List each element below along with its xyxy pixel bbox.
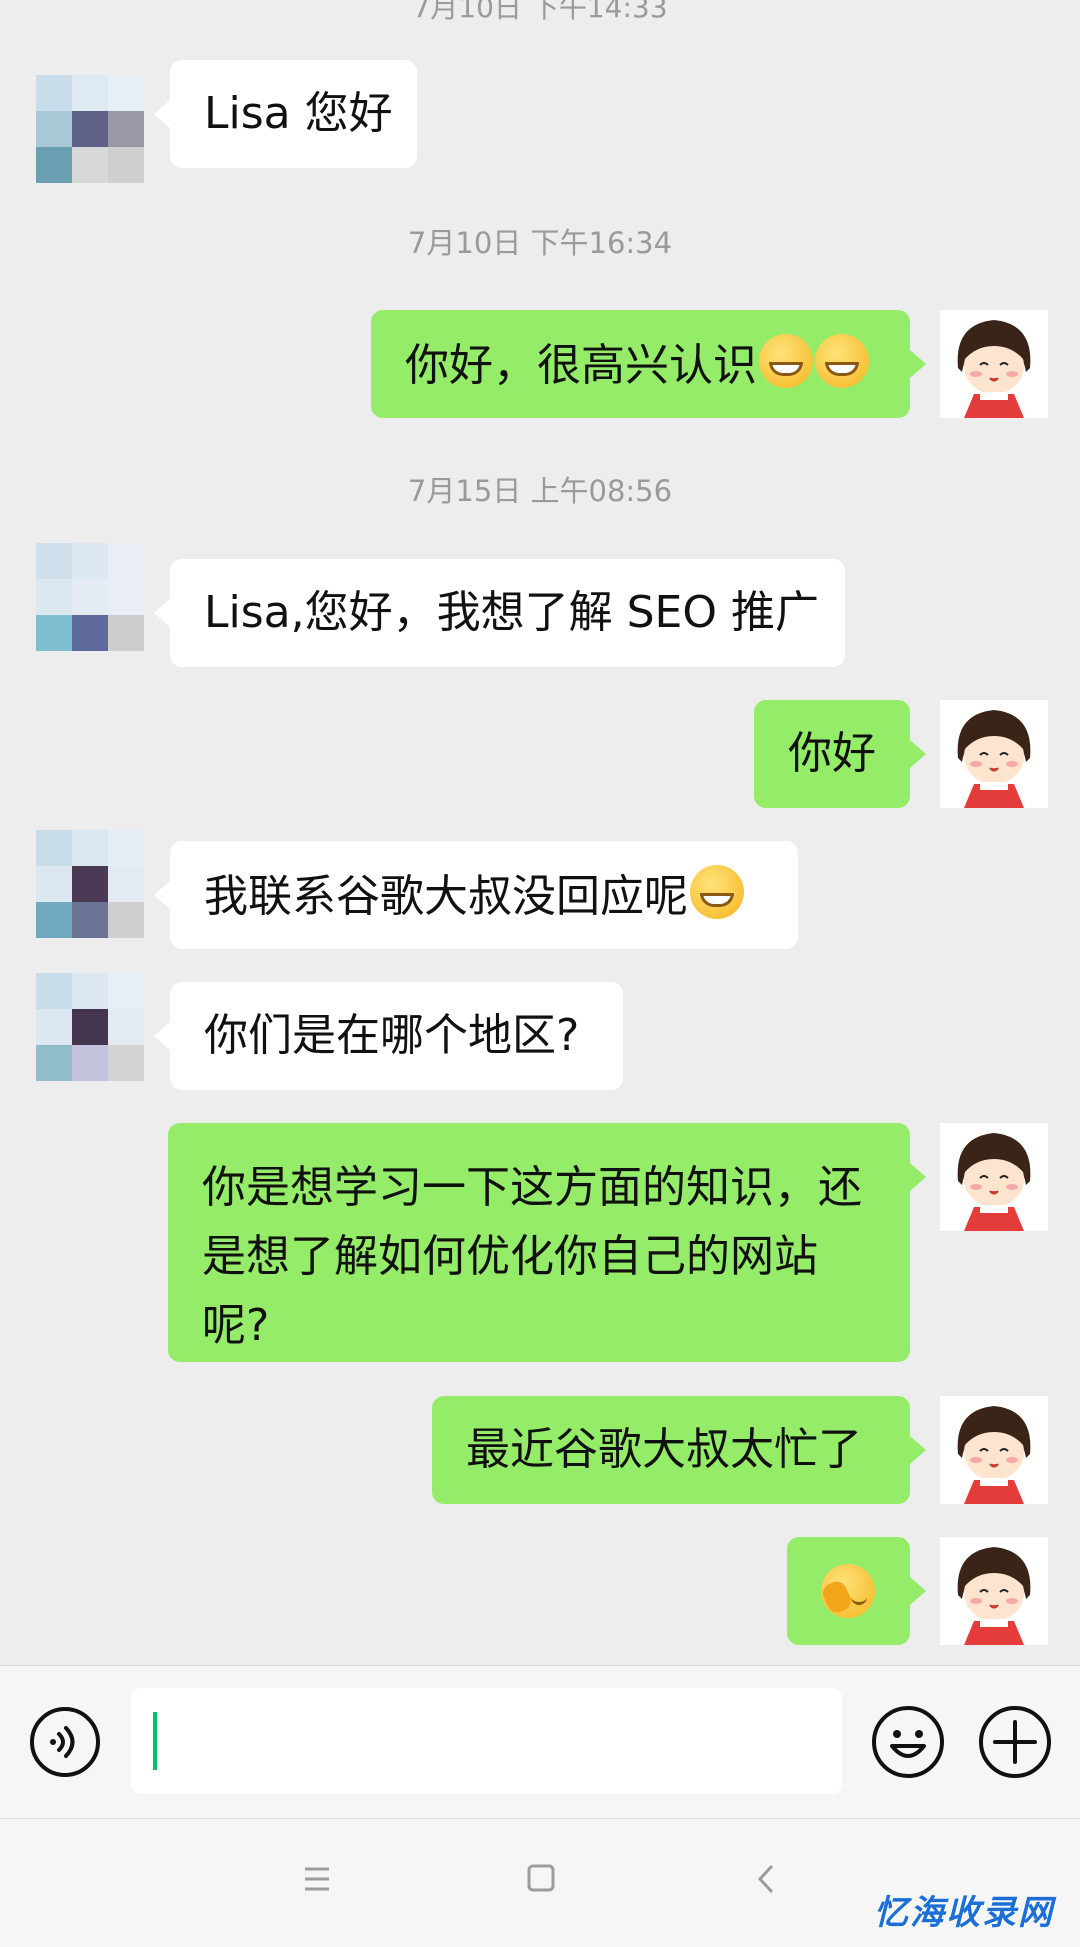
contact-avatar[interactable] xyxy=(36,543,144,651)
contact-avatar[interactable] xyxy=(36,973,144,1081)
my-avatar[interactable] xyxy=(940,1396,1048,1504)
message-text: 你好 xyxy=(788,728,876,779)
input-bar xyxy=(0,1665,1080,1818)
text-cursor xyxy=(153,1712,157,1770)
message-bubble-outgoing[interactable]: 你是想学习一下这方面的知识，还是想了解如何优化你自己的网站呢? xyxy=(168,1123,926,1362)
message-bubble-incoming[interactable]: Lisa 您好 xyxy=(154,60,417,168)
contact-avatar[interactable] xyxy=(36,830,144,938)
message-bubble-outgoing[interactable]: 最近谷歌大叔太忙了 xyxy=(432,1396,926,1504)
system-nav-bar: 忆海收录网 xyxy=(0,1818,1080,1947)
message-bubble-outgoing[interactable]: 你好 xyxy=(754,700,926,808)
menu-icon[interactable] xyxy=(303,1866,331,1896)
plus-icon[interactable] xyxy=(977,1704,1053,1784)
timestamp: 7月15日 上午08:56 xyxy=(407,474,673,508)
message-text: 你是想学习一下这方面的知识，还是想了解如何优化你自己的网站呢? xyxy=(202,1162,862,1351)
message-bubble-outgoing[interactable]: 你好，很高兴认识 xyxy=(371,310,926,418)
girl-cartoon-icon xyxy=(940,1537,1048,1645)
message-input[interactable] xyxy=(131,1688,842,1794)
my-avatar[interactable] xyxy=(940,700,1048,808)
girl-cartoon-icon xyxy=(940,310,1048,418)
laughing-emoji-icon xyxy=(690,865,744,919)
home-icon[interactable] xyxy=(527,1864,555,1896)
voice-icon[interactable] xyxy=(29,1706,101,1782)
message-text: 最近谷歌大叔太忙了 xyxy=(466,1424,862,1475)
message-text: 你好，很高兴认识 xyxy=(405,334,880,396)
chat-screen: 7月10日 下午14:33 Lisa 您好 7月10日 下午16:34 你好，很… xyxy=(0,0,1080,1947)
my-avatar[interactable] xyxy=(940,1537,1048,1645)
my-avatar[interactable] xyxy=(940,1123,1048,1231)
watermark-logo: 忆海收录网 xyxy=(874,1893,1054,1933)
message-bubble-outgoing[interactable] xyxy=(787,1537,926,1645)
my-avatar[interactable] xyxy=(940,310,1048,418)
message-bubble-incoming[interactable]: Lisa,您好，我想了解 SEO 推广 xyxy=(154,559,845,667)
girl-cartoon-icon xyxy=(940,1396,1048,1504)
contact-avatar[interactable] xyxy=(36,75,144,183)
grin-emoji-icon xyxy=(815,334,869,388)
girl-cartoon-icon xyxy=(940,1123,1048,1231)
emoji-icon[interactable] xyxy=(870,1704,946,1784)
facepalm-emoji-icon xyxy=(819,1564,875,1618)
message-text: 你们是在哪个地区? xyxy=(204,1010,580,1061)
timestamp-partial: 7月10日 下午14:33 xyxy=(412,0,668,24)
message-text: 我联系谷歌大叔没回应呢 xyxy=(204,865,768,927)
message-text: Lisa 您好 xyxy=(204,88,393,139)
message-bubble-incoming[interactable]: 你们是在哪个地区? xyxy=(154,982,623,1090)
girl-cartoon-icon xyxy=(940,700,1048,808)
message-bubble-incoming[interactable]: 我联系谷歌大叔没回应呢 xyxy=(154,841,798,949)
timestamp: 7月10日 下午16:34 xyxy=(407,226,673,260)
back-icon[interactable] xyxy=(756,1863,776,1899)
grin-emoji-icon xyxy=(759,334,813,388)
message-text: Lisa,您好，我想了解 SEO 推广 xyxy=(204,587,819,638)
